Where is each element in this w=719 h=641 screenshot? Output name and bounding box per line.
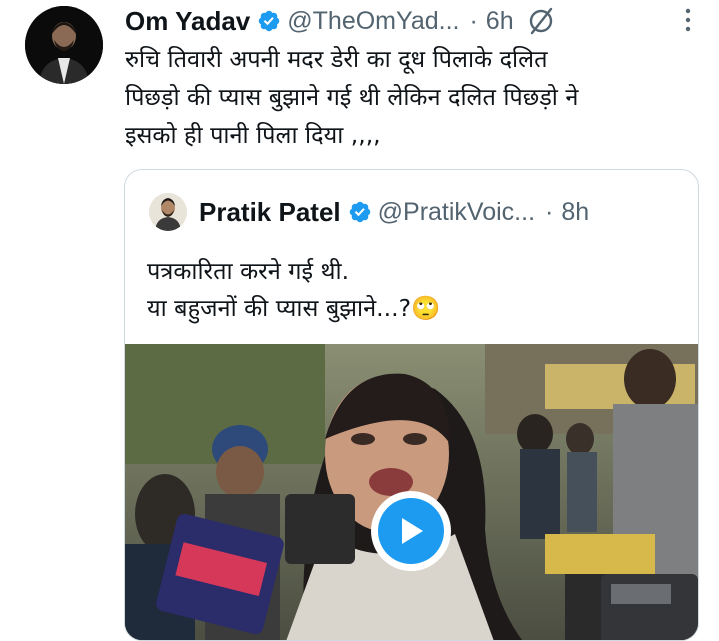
quoted-text-line-content: या बहुजनों की प्यास बुझाने...? [147,294,412,322]
tweet-text-line: रुचि तिवारी अपनी मदर डेरी का दूध पिलाके … [125,45,548,73]
quoted-tweet-header: Pratik Patel @PratikVoic... · 8h [149,192,682,232]
play-button-inner [378,498,444,564]
quoted-text-line: या बहुजनों की प्यास बुझाने...?🙄 [147,290,687,327]
tweet-text-line: पिछड़ो की प्यास बुझाने गई थी लेकिन दलित … [125,83,579,111]
quoted-author-handle[interactable]: @PratikVoic... [378,198,535,227]
author-avatar-image [25,6,103,84]
author-avatar[interactable] [25,6,103,84]
author-handle[interactable]: @TheOmYad... [287,7,459,36]
more-options-icon[interactable] [685,8,691,32]
play-icon [402,518,423,544]
tweet-time[interactable]: 6h [486,7,514,36]
quoted-text-line: पत्रकारिता करने गई थी. [147,257,350,285]
author-name[interactable]: Om Yadav [125,6,250,37]
quoted-tweet-text: पत्रकारिता करने गई थी. या बहुजनों की प्य… [147,253,687,327]
verified-badge-icon [259,10,280,32]
rolling-eyes-emoji: 🙄 [411,294,441,322]
quoted-tweet-time[interactable]: 8h [561,198,589,227]
separator-dot: · [469,6,478,35]
verified-badge-icon [349,201,370,223]
video-thumbnail[interactable] [125,344,698,640]
quoted-tweet-card[interactable]: Pratik Patel @PratikVoic... · 8h पत्रकार… [124,169,699,641]
grok-icon[interactable] [526,6,556,36]
quoted-author-avatar-image [149,193,187,231]
quoted-author-name[interactable]: Pratik Patel [199,197,341,228]
tweet-header: Om Yadav @TheOmYad... · 6h [125,4,699,38]
tweet-text: रुचि तिवारी अपनी मदर डेरी का दूध पिलाके … [125,40,695,154]
quoted-author-avatar[interactable] [149,193,187,231]
tweet-text-line: इसको ही पानी पिला दिया ,,,, [125,121,381,149]
separator-dot: · [545,197,554,226]
play-button[interactable] [371,491,451,571]
